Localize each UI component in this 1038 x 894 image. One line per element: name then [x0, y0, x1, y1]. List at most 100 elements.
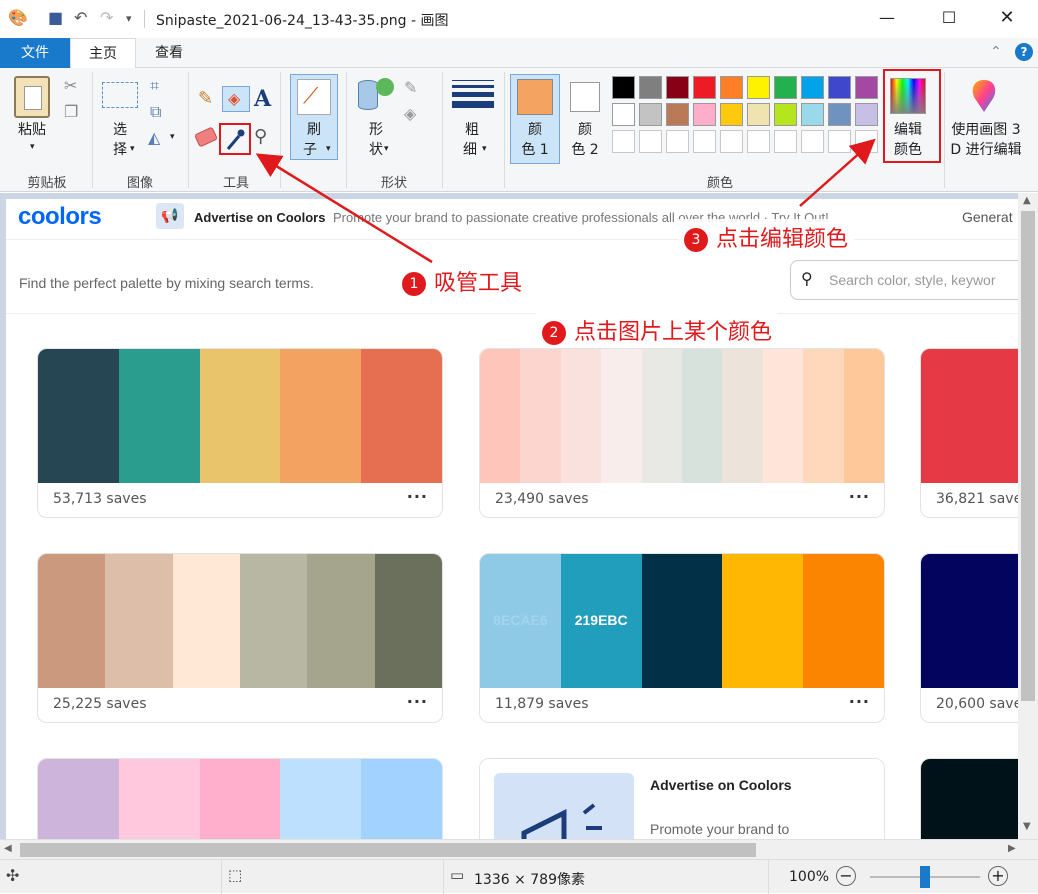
- scroll-left-icon[interactable]: ◀: [4, 843, 12, 854]
- search-placeholder: Search color, style, keywor: [829, 272, 996, 288]
- tab-view[interactable]: 查看: [136, 38, 202, 68]
- palette-swatch[interactable]: [747, 76, 770, 99]
- hscroll-thumb[interactable]: [20, 843, 756, 857]
- palette-custom-slot[interactable]: [747, 130, 770, 153]
- size-icon[interactable]: [452, 80, 494, 110]
- palette-swatch[interactable]: [828, 103, 851, 126]
- magnifier-icon[interactable]: ⚲: [254, 126, 267, 147]
- undo-icon[interactable]: ↶: [74, 8, 87, 27]
- palette-color: [682, 349, 723, 483]
- eraser-icon[interactable]: [193, 126, 219, 148]
- brush-label-2[interactable]: 子: [290, 140, 330, 160]
- palette-swatch[interactable]: [774, 103, 797, 126]
- palette-swatch[interactable]: [720, 103, 743, 126]
- color2-swatch[interactable]: [570, 82, 600, 112]
- palette-color: [307, 554, 375, 688]
- coolors-logo: coolors: [18, 203, 102, 230]
- customize-quick-access-icon[interactable]: ▾: [126, 12, 132, 25]
- shapes-label-1[interactable]: 形: [358, 120, 394, 140]
- redo-icon[interactable]: ↷: [100, 8, 113, 27]
- paste-button[interactable]: 粘贴: [14, 120, 50, 140]
- close-button[interactable]: ✕: [984, 0, 1030, 38]
- size-label-1[interactable]: 粗: [452, 120, 492, 140]
- ad-card-title: Advertise on Coolors: [650, 777, 792, 793]
- palette-swatch[interactable]: [855, 76, 878, 99]
- color1-label-2[interactable]: 色 1: [510, 140, 560, 160]
- palette-custom-slot[interactable]: [828, 130, 851, 153]
- shapes-icon[interactable]: [358, 80, 378, 110]
- copy-icon[interactable]: ❐: [64, 102, 78, 121]
- crop-icon[interactable]: ⌗: [150, 76, 159, 96]
- palette-swatch[interactable]: [774, 76, 797, 99]
- palette-swatch[interactable]: [693, 103, 716, 126]
- palette-color: [199, 759, 281, 839]
- palette-swatch[interactable]: [612, 76, 635, 99]
- divider: [944, 72, 945, 188]
- palette-swatch[interactable]: [639, 76, 662, 99]
- color2-label-1[interactable]: 颜: [564, 120, 606, 140]
- color1-label-1[interactable]: 颜: [510, 120, 560, 140]
- scroll-up-icon[interactable]: ▲: [1023, 195, 1031, 206]
- help-icon[interactable]: ?: [1015, 43, 1033, 61]
- cut-icon[interactable]: ✂: [64, 76, 77, 95]
- palette-swatch[interactable]: [612, 103, 635, 126]
- save-icon[interactable]: ■: [48, 8, 63, 27]
- palette-custom-slot[interactable]: [801, 130, 824, 153]
- zoom-in-icon[interactable]: +: [988, 866, 1008, 886]
- more-options-icon: ···: [406, 487, 428, 506]
- fill-style-icon[interactable]: ◈: [404, 104, 416, 123]
- zoom-out-icon[interactable]: −: [836, 866, 856, 886]
- palette-swatch[interactable]: [693, 76, 716, 99]
- zoom-slider-thumb[interactable]: [920, 866, 930, 888]
- palette-custom-slot[interactable]: [693, 130, 716, 153]
- pencil-icon[interactable]: ✎: [198, 88, 213, 109]
- horizontal-scrollbar[interactable]: ◀ ▶: [0, 839, 1038, 859]
- palette-swatch[interactable]: [720, 76, 743, 99]
- minimize-button[interactable]: —: [864, 0, 910, 38]
- select-icon[interactable]: [102, 82, 138, 108]
- resize-icon[interactable]: ⧉: [150, 102, 161, 122]
- palette-swatch[interactable]: [747, 103, 770, 126]
- palette-card: 53,713 saves ···: [37, 348, 443, 518]
- palette-swatch[interactable]: [801, 76, 824, 99]
- select-dropdown-icon[interactable]: ▾: [130, 144, 135, 154]
- tab-file[interactable]: 文件: [0, 38, 70, 68]
- paste-dropdown-icon[interactable]: ▾: [30, 142, 35, 152]
- brush-dropdown-icon[interactable]: ▾: [326, 144, 331, 154]
- select-button-1[interactable]: 选: [102, 120, 138, 140]
- palette-custom-slot[interactable]: [720, 130, 743, 153]
- palette-custom-slot[interactable]: [639, 130, 662, 153]
- palette-swatch[interactable]: [801, 103, 824, 126]
- paint3d-icon[interactable]: [966, 78, 1002, 114]
- paint3d-label-1[interactable]: 使用画图 3: [946, 120, 1026, 140]
- palette-swatch[interactable]: [666, 76, 689, 99]
- outline-icon[interactable]: ✎: [404, 78, 417, 97]
- palette-swatch[interactable]: [639, 103, 662, 126]
- rotate-dropdown-icon[interactable]: ▾: [170, 132, 175, 142]
- scroll-right-icon[interactable]: ▶: [1008, 843, 1016, 854]
- collapse-ribbon-icon[interactable]: ⌃: [990, 44, 1002, 60]
- fill-icon[interactable]: ◈: [222, 86, 250, 112]
- shapes-dropdown-icon[interactable]: ▾: [384, 144, 389, 154]
- screenshot-image[interactable]: coolors 📢 Advertise on Coolors Promote y…: [6, 199, 1018, 839]
- maximize-button[interactable]: ☐: [926, 0, 972, 38]
- palette-swatch[interactable]: [666, 103, 689, 126]
- color2-label-2[interactable]: 色 2: [564, 140, 606, 160]
- vertical-scrollbar[interactable]: ▲ ▼: [1018, 193, 1038, 839]
- brush-label-1[interactable]: 刷: [290, 120, 338, 140]
- paint3d-label-2[interactable]: D 进行编辑: [946, 140, 1026, 160]
- palette-custom-slot[interactable]: [855, 130, 878, 153]
- vscroll-thumb[interactable]: [1021, 211, 1035, 701]
- size-dropdown-icon[interactable]: ▾: [482, 144, 487, 154]
- scroll-down-icon[interactable]: ▼: [1023, 821, 1031, 832]
- palette-swatch[interactable]: [855, 103, 878, 126]
- more-options-icon: ···: [848, 487, 870, 506]
- palette-swatch[interactable]: [828, 76, 851, 99]
- palette-custom-slot[interactable]: [774, 130, 797, 153]
- palette-custom-slot[interactable]: [666, 130, 689, 153]
- palette-custom-slot[interactable]: [612, 130, 635, 153]
- paste-icon[interactable]: [14, 76, 50, 118]
- rotate-icon[interactable]: ◭: [148, 128, 160, 147]
- tab-home[interactable]: 主页: [70, 38, 136, 69]
- text-icon[interactable]: A: [254, 86, 271, 112]
